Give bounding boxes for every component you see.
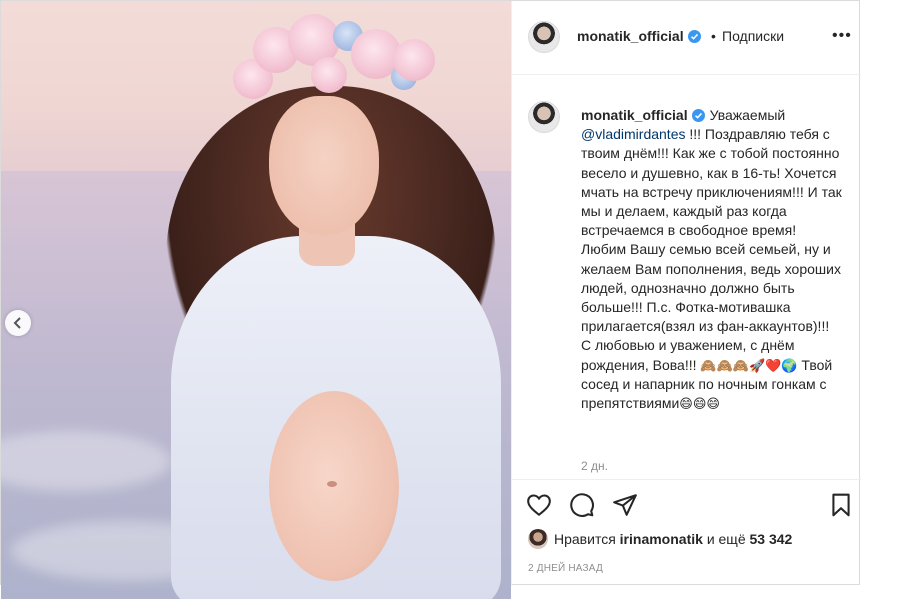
post-header: monatik_official • Подписки •••: [512, 1, 861, 75]
bookmark-icon: [832, 493, 850, 517]
likes-prefix: Нравится: [554, 531, 616, 547]
photo-face: [269, 96, 379, 236]
post-side-panel: monatik_official • Подписки ••• monatik_…: [511, 1, 861, 586]
caption-text-start: Уважаемый: [709, 107, 786, 123]
chevron-left-icon: [13, 317, 21, 329]
caption-emoji-group: 🙈🙈🙈🚀❤️🌍: [700, 357, 798, 373]
comment-button[interactable]: [569, 492, 595, 518]
following-button[interactable]: Подписки: [722, 28, 784, 44]
verified-badge-icon: [687, 30, 701, 43]
header-separator: •: [711, 28, 716, 44]
post-actions-bar: [512, 479, 861, 530]
likes-count[interactable]: 53 342: [750, 531, 793, 547]
caption-username[interactable]: monatik_official: [581, 107, 705, 123]
post-container: monatik_official • Подписки ••• monatik_…: [0, 0, 861, 599]
comment-icon: [570, 493, 594, 517]
verified-badge-icon: [691, 109, 705, 122]
likes-summary: Нравится irinamonatik и ещё 53 342: [528, 529, 792, 549]
save-button[interactable]: [828, 492, 854, 518]
more-options-button[interactable]: •••: [832, 27, 852, 45]
post-caption: monatik_official Уважаемый @vladimirdante…: [512, 75, 861, 480]
flower-wreath: [233, 9, 438, 104]
post-photo[interactable]: [1, 1, 511, 599]
caption-time-ago: 2 дн.: [581, 459, 608, 473]
caption-author-avatar[interactable]: [528, 101, 560, 133]
prev-photo-button[interactable]: [5, 310, 31, 336]
like-button[interactable]: [526, 492, 552, 518]
author-avatar[interactable]: [528, 21, 560, 53]
post-date[interactable]: 2 ДНЕЙ НАЗАД: [528, 563, 603, 574]
heart-icon: [527, 494, 551, 517]
liker-avatar[interactable]: [528, 529, 548, 549]
share-button[interactable]: [612, 492, 638, 518]
caption-text-body: !!! Поздравляю тебя с твоим днём!!! Как …: [581, 126, 842, 373]
caption-emoji-end: 😄😄😄: [679, 396, 720, 412]
author-username[interactable]: monatik_official: [577, 28, 701, 44]
caption-mention-link[interactable]: @vladimirdantes: [581, 126, 685, 142]
caption-text: monatik_official Уважаемый @vladimirdante…: [581, 106, 843, 413]
likes-middle: и ещё: [706, 531, 746, 547]
photo-navel: [327, 481, 337, 487]
paper-plane-icon: [613, 494, 637, 516]
liker-username[interactable]: irinamonatik: [620, 531, 703, 547]
